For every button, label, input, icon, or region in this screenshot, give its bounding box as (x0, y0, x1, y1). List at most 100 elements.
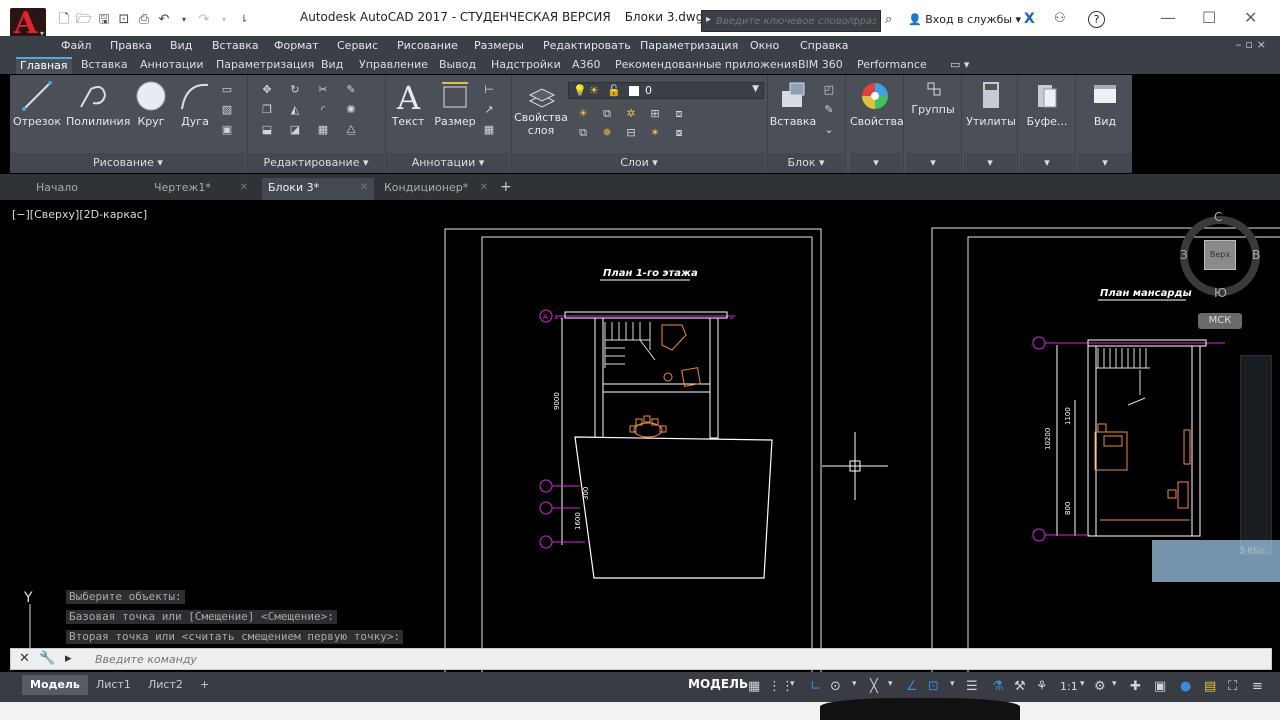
layout-tab-sheet2[interactable]: Лист2 (140, 675, 191, 695)
workspace-gear-icon[interactable]: ⚙ (1094, 679, 1106, 694)
create-block-icon[interactable]: ◰ (822, 83, 836, 96)
save-icon[interactable]: 🖫 (96, 12, 112, 28)
tab-insert[interactable]: Вставка (81, 57, 128, 74)
utilities-panel-expand[interactable]: ▾ (964, 153, 1016, 173)
utilities-tool[interactable]: Утилиты (966, 79, 1016, 128)
tab-manage[interactable]: Управление (359, 57, 428, 74)
move-icon[interactable]: ✥ (260, 83, 274, 96)
menu-modify[interactable]: Редактировать (543, 39, 631, 52)
layer-off-icon[interactable]: ☀ (576, 107, 590, 120)
menu-help[interactable]: Справка (800, 39, 848, 52)
layer-walk-icon[interactable]: ✵ (600, 126, 614, 139)
drawing-canvas[interactable]: План 1-го этажа A 9000 300 1600 План ман… (0, 200, 1280, 672)
object-snap-tracking-icon[interactable]: ∠ (906, 679, 918, 694)
explode-icon[interactable]: ✺ (344, 103, 358, 116)
isodraft-icon[interactable]: ╳ (870, 679, 878, 694)
viewcube-top-face[interactable]: Верх (1204, 240, 1236, 270)
wcs-menu-button[interactable]: МСК (1198, 313, 1242, 329)
edit-block-icon[interactable]: ✎ (822, 103, 836, 116)
view-tool[interactable]: Вид (1080, 79, 1130, 128)
viewcube-north[interactable]: С (1214, 210, 1222, 224)
layout-tab-model[interactable]: Модель (22, 675, 88, 695)
layer-match-icon[interactable]: ⧈ (672, 107, 686, 120)
file-tab-blocks3[interactable]: Блоки 3* ✕ (262, 178, 374, 200)
add-layout-plus-icon[interactable]: + (192, 675, 217, 695)
command-line[interactable]: ✕ 🔧 ▸ (10, 648, 1272, 670)
menu-dimension[interactable]: Размеры (474, 39, 524, 52)
viewcube-east[interactable]: В (1252, 248, 1260, 262)
mirror-icon[interactable]: ◭ (288, 103, 302, 116)
auto-scale-icon[interactable]: ⚒ (1014, 679, 1026, 694)
new-file-icon[interactable]: 🗋 (56, 12, 72, 28)
layer-prev-icon[interactable]: ⧉ (576, 126, 590, 139)
chevron-down-icon[interactable]: ▾ (888, 679, 893, 689)
isolate-objects-icon[interactable]: ● (1180, 679, 1191, 694)
open-file-icon[interactable]: 🗁 (76, 12, 92, 28)
menu-parametric[interactable]: Параметризация (640, 39, 738, 52)
attribute-icon[interactable]: ⌄ (822, 123, 836, 136)
tab-home[interactable]: Главная (16, 57, 72, 74)
object-snap-icon[interactable]: ⊡ (928, 679, 939, 694)
layer-delete-icon[interactable]: ✶ (648, 126, 662, 139)
maximize-icon[interactable]: ☐ (1202, 8, 1216, 27)
layer-merge-icon[interactable]: ⊟ (624, 126, 638, 139)
tab-parametric[interactable]: Параметризация (216, 57, 314, 74)
properties-panel-expand[interactable]: ▾ (850, 153, 902, 173)
block-panel-title[interactable]: Блок ▾ (768, 153, 844, 173)
new-tab-plus-icon[interactable]: + (500, 179, 512, 195)
undo-icon[interactable]: ↶ (156, 12, 172, 28)
tab-addins[interactable]: Надстройки (491, 57, 561, 74)
recent-commands-icon[interactable]: ▸ (65, 651, 72, 666)
groups-panel-expand[interactable]: ▾ (906, 153, 960, 173)
model-space-button[interactable]: МОДЕЛЬ (688, 677, 748, 691)
menu-edit[interactable]: Правка (110, 39, 152, 52)
viewport-controls-label[interactable]: [−][Сверху][2D-каркас] (12, 208, 147, 221)
hatch-icon[interactable]: ▧ (220, 103, 234, 116)
annotation-panel-title[interactable]: Аннотации ▾ (386, 153, 510, 173)
close-icon[interactable]: ✕ (19, 651, 30, 666)
close-tab-icon[interactable]: ✕ (480, 178, 488, 198)
offset-icon[interactable]: ⧋ (344, 123, 358, 136)
sign-in-button[interactable]: 👤 Вход в службы ▾ (908, 13, 1021, 26)
draw-panel-title[interactable]: Рисование ▾ (10, 153, 246, 173)
save-as-icon[interactable]: ⊡ (116, 12, 132, 28)
rotate-icon[interactable]: ↻ (288, 83, 302, 96)
layout-tab-sheet1[interactable]: Лист1 (88, 675, 139, 695)
file-tab-start[interactable]: Начало (30, 178, 130, 200)
stretch-icon[interactable]: ⬓ (260, 123, 274, 136)
plus-icon[interactable]: ✚ (1130, 679, 1141, 694)
multileader-icon[interactable]: ↗ (482, 103, 496, 116)
rectangle-icon[interactable]: ▭ (220, 83, 234, 96)
leader-icon[interactable]: ⊢ (482, 83, 496, 96)
wrench-icon[interactable]: 🔧 (39, 651, 55, 666)
view-panel-expand[interactable]: ▾ (1078, 153, 1132, 173)
close-tab-icon[interactable]: ✕ (240, 178, 248, 198)
scale-icon[interactable]: ◪ (288, 123, 302, 136)
tab-bim360[interactable]: BIM 360 (798, 57, 843, 74)
trim-icon[interactable]: ✂ (316, 83, 330, 96)
menu-file[interactable]: Файл (61, 39, 91, 52)
document-window-controls[interactable]: –▫× (1236, 38, 1270, 51)
file-tab-conditioner[interactable]: Кондиционер* ✕ (378, 178, 494, 200)
tab-output[interactable]: Вывод (439, 57, 476, 74)
boundary-icon[interactable]: ▣ (220, 123, 234, 136)
print-icon[interactable]: ⎙ (136, 12, 152, 28)
viewcube[interactable]: С Ю З В Верх (1176, 210, 1280, 310)
polar-icon[interactable]: ⊙ (830, 679, 841, 694)
expand-icon[interactable]: ▸ (706, 14, 711, 25)
groups-tool[interactable]: Группы (908, 79, 958, 116)
menu-tools[interactable]: Сервис (337, 39, 378, 52)
redo-dropdown-icon[interactable]: ▾ (216, 12, 232, 28)
layer-lock-icon[interactable]: ⊞ (648, 107, 662, 120)
minimize-icon[interactable]: — (1160, 8, 1176, 27)
layer-freeze-icon[interactable]: ✲ (624, 107, 638, 120)
layer-isolate-icon[interactable]: ⧉ (600, 107, 614, 120)
command-input[interactable] (95, 651, 595, 667)
polyline-tool[interactable]: Полилиния (66, 79, 130, 128)
chevron-down-icon[interactable]: ▾ (950, 679, 955, 689)
ribbon-minimize-icon[interactable]: ▭ ▾ (950, 57, 969, 74)
hardware-acceleration-icon[interactable]: ▣ (1154, 679, 1166, 694)
connect-icon[interactable]: ⚇ (1054, 11, 1066, 26)
table-icon[interactable]: ▦ (482, 123, 496, 136)
binoculars-icon[interactable]: ⌕ (885, 12, 892, 27)
